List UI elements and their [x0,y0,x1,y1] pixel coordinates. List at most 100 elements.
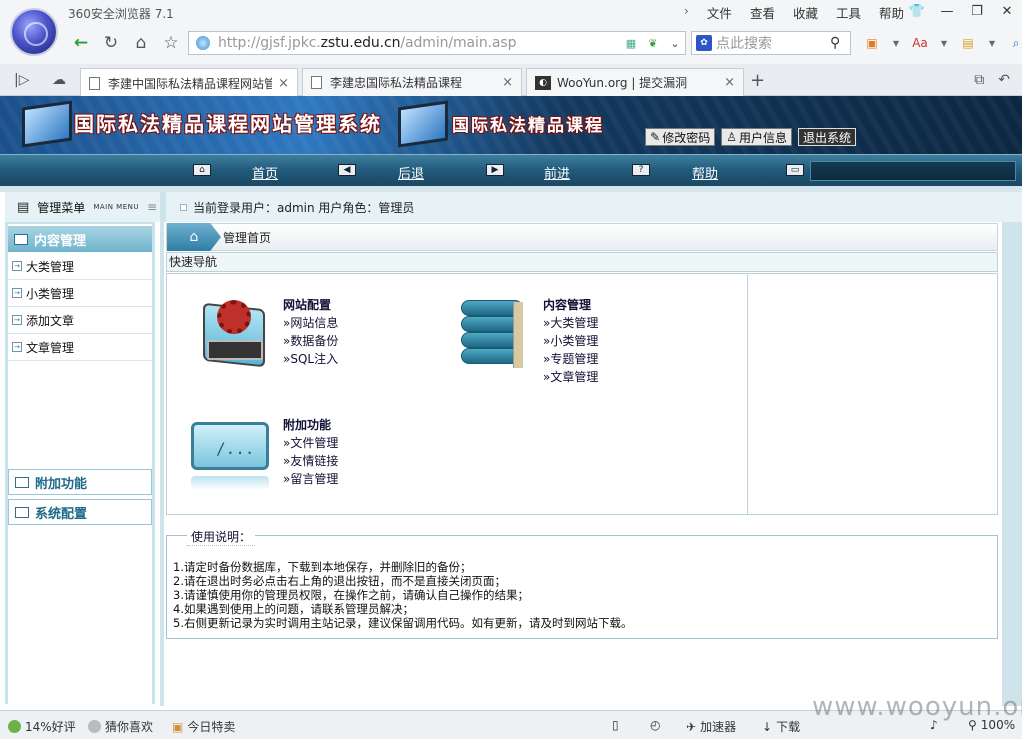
star-icon[interactable]: ☆ [156,30,186,56]
sidebar-item-articles[interactable]: → 文章管理 [8,334,152,361]
arrow-right-icon: → [12,315,22,325]
apps-grid-icon[interactable]: ▣ [862,33,882,53]
sidebar-group-system[interactable]: 系统配置 [8,499,152,525]
clock-icon[interactable]: ◴ [650,718,660,732]
nav-back-link[interactable]: 后退 [398,163,424,182]
sidebar-header: ▤ 管理菜单 MAIN MENU ≡ [5,192,165,222]
new-tab-icon[interactable]: + [750,70,765,91]
minimize-button[interactable]: — [932,0,962,22]
navbar-field [810,161,1016,181]
deals-widget[interactable]: ▣ 今日特卖 [172,718,235,735]
page-icon [89,76,100,90]
forward-icon[interactable]: ▶ [486,164,504,176]
sql-inject-link[interactable]: »SQL注入 [283,350,338,367]
menu-expand-icon[interactable]: › [684,3,689,22]
rating-widget[interactable]: 14%好评 [8,718,76,735]
tab-course-site[interactable]: 李建忠国际私法精品课程 × [302,68,522,96]
menu-favorites[interactable]: 收藏 [793,3,818,22]
change-password-button[interactable]: ✎ 修改密码 [645,128,716,146]
tab-admin-main[interactable]: 李建中国际私法精品课程网站管 × [80,68,298,97]
collapse-icon[interactable]: ≡ [147,200,157,214]
qrcode-icon[interactable]: ▦ [623,35,639,51]
deals-label: 今日特卖 [187,720,236,734]
nav-forward-link[interactable]: 前进 [544,163,570,182]
books-icon [453,296,533,370]
search-input[interactable]: 点此搜索 [716,33,830,53]
nav-home-link[interactable]: 首页 [252,163,278,182]
sidebar-item-subcategory[interactable]: → 小类管理 [8,280,152,307]
close-tab-icon[interactable]: × [278,76,289,91]
address-bar[interactable]: http://gjsf.jpkc.zstu.edu.cn/admin/main.… [188,31,686,55]
account-buttons: ✎ 修改密码 ♙ 用户信息 退出系统 [645,128,856,146]
sidebar-item-label: 小类管理 [26,286,75,301]
article-link[interactable]: »文章管理 [543,368,598,385]
logout-button[interactable]: 退出系统 [797,128,856,146]
phone-icon[interactable]: ▯ [612,718,619,732]
friend-links-link[interactable]: »友情链接 [283,452,338,469]
tab-list-icon[interactable]: ⧉ [974,72,984,88]
search-icon[interactable]: ⚲ [830,35,850,51]
search-box[interactable]: ✿ 点此搜索 ⚲ [691,31,851,55]
subcategory-link[interactable]: »小类管理 [543,332,598,349]
skin-icon[interactable]: 👕 [902,0,932,22]
url-text[interactable]: http://gjsf.jpkc.zstu.edu.cn/admin/main.… [218,35,517,51]
breadcrumb-home-icon[interactable]: ⌂ [167,223,221,251]
monitor-icon [398,100,448,148]
extra-title: 附加功能 [283,418,332,432]
help-icon[interactable]: ? [632,164,650,176]
magnifier-icon[interactable]: ⌕ [1006,33,1022,53]
close-tab-icon[interactable]: × [502,75,513,90]
baidu-paw-icon[interactable]: ✿ [696,35,712,51]
quicknav-header: 快速导航 [166,252,998,272]
maximize-button[interactable]: ❐ [962,0,992,22]
undo-close-icon[interactable]: ↶ [998,72,1010,88]
home-icon[interactable]: ⌂ [126,30,156,56]
guestbook-link[interactable]: »留言管理 [283,470,338,487]
menu-tools[interactable]: 工具 [836,3,861,22]
gift-icon: ▣ [172,719,184,734]
download-widget[interactable]: ↓ 下载 [762,718,800,735]
sidebar-item-category[interactable]: → 大类管理 [8,253,152,280]
download-arrow-icon: ↓ [762,719,773,734]
chevron-down-icon[interactable]: ▾ [886,33,906,53]
gift-icon[interactable]: ▤ [958,33,978,53]
cloud-icon[interactable]: ☁ [52,72,66,88]
back-arrow-icon[interactable]: ← [66,30,96,56]
menu-help[interactable]: 帮助 [879,3,904,22]
close-tab-icon[interactable]: × [724,75,735,90]
translate-icon[interactable]: Aa [910,33,930,53]
file-mgmt-link[interactable]: »文件管理 [283,434,338,451]
refresh-icon[interactable]: ↻ [96,30,126,56]
user-icon: ♙ [726,130,737,144]
sidebar-group-content[interactable]: 内容管理 [8,226,152,252]
sidebar-group-extra[interactable]: 附加功能 [8,469,152,495]
chevron-down-icon[interactable]: ▾ [982,33,1002,53]
extension-toolbar: ▣ ▾ Aa ▾ ▤ ▾ ⌕ [862,33,1022,53]
sidebar-item-add-article[interactable]: → 添加文章 [8,307,152,334]
menu-icon: ▤ [17,199,30,215]
back-icon[interactable]: ◀ [338,164,356,176]
menu-view[interactable]: 查看 [750,3,775,22]
site-info-link[interactable]: »网站信息 [283,314,338,331]
thumb-icon [8,720,21,733]
tab-wooyun[interactable]: ◐ WooYun.org | 提交漏洞 × [526,68,744,96]
pencil-icon: ✎ [650,130,661,144]
category-link[interactable]: »大类管理 [543,314,598,331]
accelerator-widget[interactable]: ✈ 加速器 [686,718,736,735]
usage-title: 使用说明： [187,528,256,546]
leaf-icon[interactable]: ❦ [645,35,661,51]
close-window-button[interactable]: ✕ [992,0,1022,22]
chevron-down-icon[interactable]: ⌄ [667,35,683,51]
menu-file[interactable]: 文件 [707,3,732,22]
login-info: 当前登录用户：admin 用户角色：管理员 [193,200,415,215]
sidebar-toggle-icon[interactable]: |▷ [14,72,29,88]
topic-link[interactable]: »专题管理 [543,350,598,367]
home-icon[interactable]: ⌂ [193,164,211,176]
guess-like-widget[interactable]: 猜你喜欢 [88,718,153,735]
usage-item: 2.请在退出时务必点击右上角的退出按钮，而不是直接关闭页面； [173,574,506,588]
data-backup-link[interactable]: »数据备份 [283,332,338,349]
chevron-down-icon[interactable]: ▾ [934,33,954,53]
browser-logo-icon[interactable] [10,8,58,56]
nav-help-link[interactable]: 帮助 [692,163,718,182]
user-info-button[interactable]: ♙ 用户信息 [721,128,792,146]
